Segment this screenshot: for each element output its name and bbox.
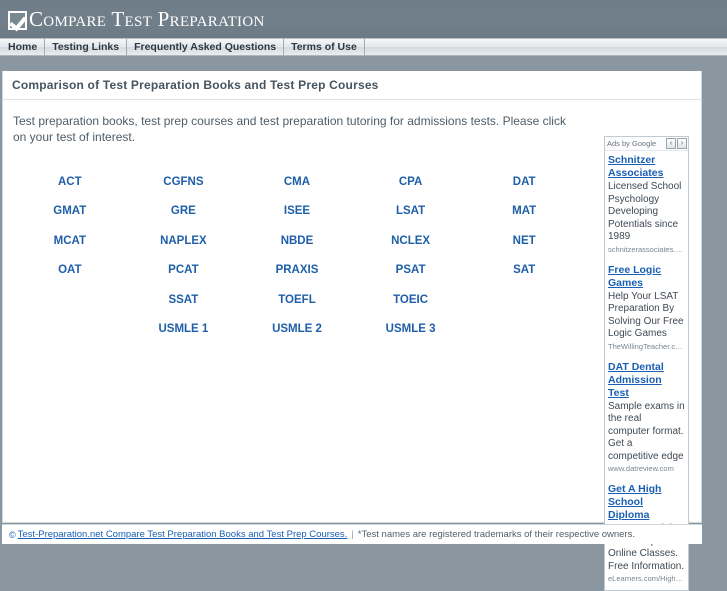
- ad-title[interactable]: Get A High School Diploma: [608, 483, 685, 522]
- page-footer: © Test-Preparation.net Compare Test Prep…: [2, 524, 702, 544]
- test-link-sat[interactable]: SAT: [467, 264, 581, 276]
- ad-title[interactable]: Schnitzer Associates: [608, 154, 685, 180]
- ad-title[interactable]: Free Logic Games: [608, 264, 685, 290]
- site-masthead: Compare Test Preparation: [0, 0, 727, 38]
- ad-description: Sample exams in the real computer format…: [608, 400, 685, 462]
- copyright-icon: ©: [9, 529, 16, 540]
- test-link-mat[interactable]: MAT: [467, 205, 581, 217]
- ad-url[interactable]: schnitzerassociates.c...: [608, 245, 685, 255]
- test-link-act[interactable]: ACT: [13, 176, 127, 188]
- ads-header: Ads by Google ‹ ›: [605, 137, 688, 151]
- page-title: Comparison of Test Preparation Books and…: [12, 78, 379, 92]
- ad-sidebar: Ads by Google ‹ › Schnitzer Associates L…: [604, 136, 689, 591]
- footer-disclaimer: *Test names are registered trademarks of…: [357, 529, 635, 540]
- nav-item-faq[interactable]: Frequently Asked Questions: [127, 39, 285, 55]
- test-link-ssat[interactable]: SSAT: [127, 294, 241, 306]
- site-logo[interactable]: Compare Test Preparation: [8, 9, 265, 32]
- page-title-bar: Comparison of Test Preparation Books and…: [3, 71, 701, 100]
- ad-description: Licensed School Psychology Developing Po…: [608, 181, 682, 242]
- main-content: Test preparation books, test prep course…: [3, 100, 597, 521]
- footer-site-link[interactable]: Test-Preparation.net Compare Test Prepar…: [18, 529, 348, 540]
- table-row: ACT CGFNS CMA CPA DAT: [13, 167, 581, 197]
- ads-by-google-label: Ads by Google: [607, 138, 657, 148]
- test-link-toeic[interactable]: TOEIC: [354, 294, 468, 306]
- nav-item-terms-of-use[interactable]: Terms of Use: [284, 39, 365, 55]
- site-logo-text: Compare Test Preparation: [29, 7, 265, 31]
- table-row: GMAT GRE ISEE LSAT MAT: [13, 197, 581, 227]
- test-link-net[interactable]: NET: [467, 235, 581, 247]
- ad-title[interactable]: DAT Dental Admission Test: [608, 361, 685, 400]
- test-link-gmat[interactable]: GMAT: [13, 205, 127, 217]
- table-row: MCAT NAPLEX NBDE NCLEX NET: [13, 226, 581, 256]
- nav-item-home[interactable]: Home: [0, 39, 46, 55]
- test-link-psat[interactable]: PSAT: [354, 264, 468, 276]
- test-link-toefl[interactable]: TOEFL: [240, 294, 354, 306]
- panel-body: Test preparation books, test prep course…: [3, 100, 701, 591]
- ad-url[interactable]: www.datreview.com: [608, 464, 685, 474]
- test-link-cma[interactable]: CMA: [240, 176, 354, 188]
- table-row: USMLE 1 USMLE 2 USMLE 3: [13, 315, 581, 345]
- test-link-nbde[interactable]: NBDE: [240, 235, 354, 247]
- chevron-right-icon[interactable]: ›: [677, 138, 687, 149]
- main-navigation: Home Testing Links Frequently Asked Ques…: [0, 38, 727, 56]
- content-panel: Comparison of Test Preparation Books and…: [2, 71, 702, 591]
- test-link-praxis[interactable]: PRAXIS: [240, 264, 354, 276]
- table-row: OAT PCAT PRAXIS PSAT SAT: [13, 256, 581, 286]
- test-links-grid: ACT CGFNS CMA CPA DAT GMAT GRE ISEE LSAT…: [13, 167, 581, 344]
- test-link-usmle-3[interactable]: USMLE 3: [354, 323, 468, 335]
- google-ads-box: Ads by Google ‹ › Schnitzer Associates L…: [604, 136, 689, 591]
- test-link-cgfns[interactable]: CGFNS: [127, 176, 241, 188]
- checkbox-check-icon: [8, 11, 27, 30]
- nav-item-testing-links[interactable]: Testing Links: [45, 39, 128, 55]
- test-link-usmle-2[interactable]: USMLE 2: [240, 323, 354, 335]
- ad-description: Help Your LSAT Preparation By Solving Ou…: [608, 290, 684, 340]
- ad-unit-dat-dental-admission-test: DAT Dental Admission Test Sample exams i…: [608, 361, 685, 475]
- test-link-lsat[interactable]: LSAT: [354, 205, 468, 217]
- chevron-left-icon[interactable]: ‹: [666, 138, 676, 149]
- test-link-mcat[interactable]: MCAT: [13, 235, 127, 247]
- test-link-cpa[interactable]: CPA: [354, 176, 468, 188]
- test-link-usmle-1[interactable]: USMLE 1: [127, 323, 241, 335]
- ad-url[interactable]: TheWillingTeacher.co...: [608, 342, 685, 352]
- test-link-nclex[interactable]: NCLEX: [354, 235, 468, 247]
- test-link-gre[interactable]: GRE: [127, 205, 241, 217]
- test-link-dat[interactable]: DAT: [467, 176, 581, 188]
- test-link-isee[interactable]: ISEE: [240, 205, 354, 217]
- test-link-pcat[interactable]: PCAT: [127, 264, 241, 276]
- test-link-naplex[interactable]: NAPLEX: [127, 235, 241, 247]
- ad-url[interactable]: eLearners.com/HighS...: [608, 574, 685, 584]
- test-link-oat[interactable]: OAT: [13, 264, 127, 276]
- table-row: SSAT TOEFL TOEIC: [13, 285, 581, 315]
- footer-separator: |: [351, 529, 354, 540]
- ad-unit-schnitzer-associates: Schnitzer Associates Licensed School Psy…: [608, 154, 685, 255]
- intro-paragraph: Test preparation books, test prep course…: [13, 114, 566, 144]
- ad-unit-free-logic-games: Free Logic Games Help Your LSAT Preparat…: [608, 264, 685, 352]
- ads-nav-group: ‹ ›: [666, 138, 687, 149]
